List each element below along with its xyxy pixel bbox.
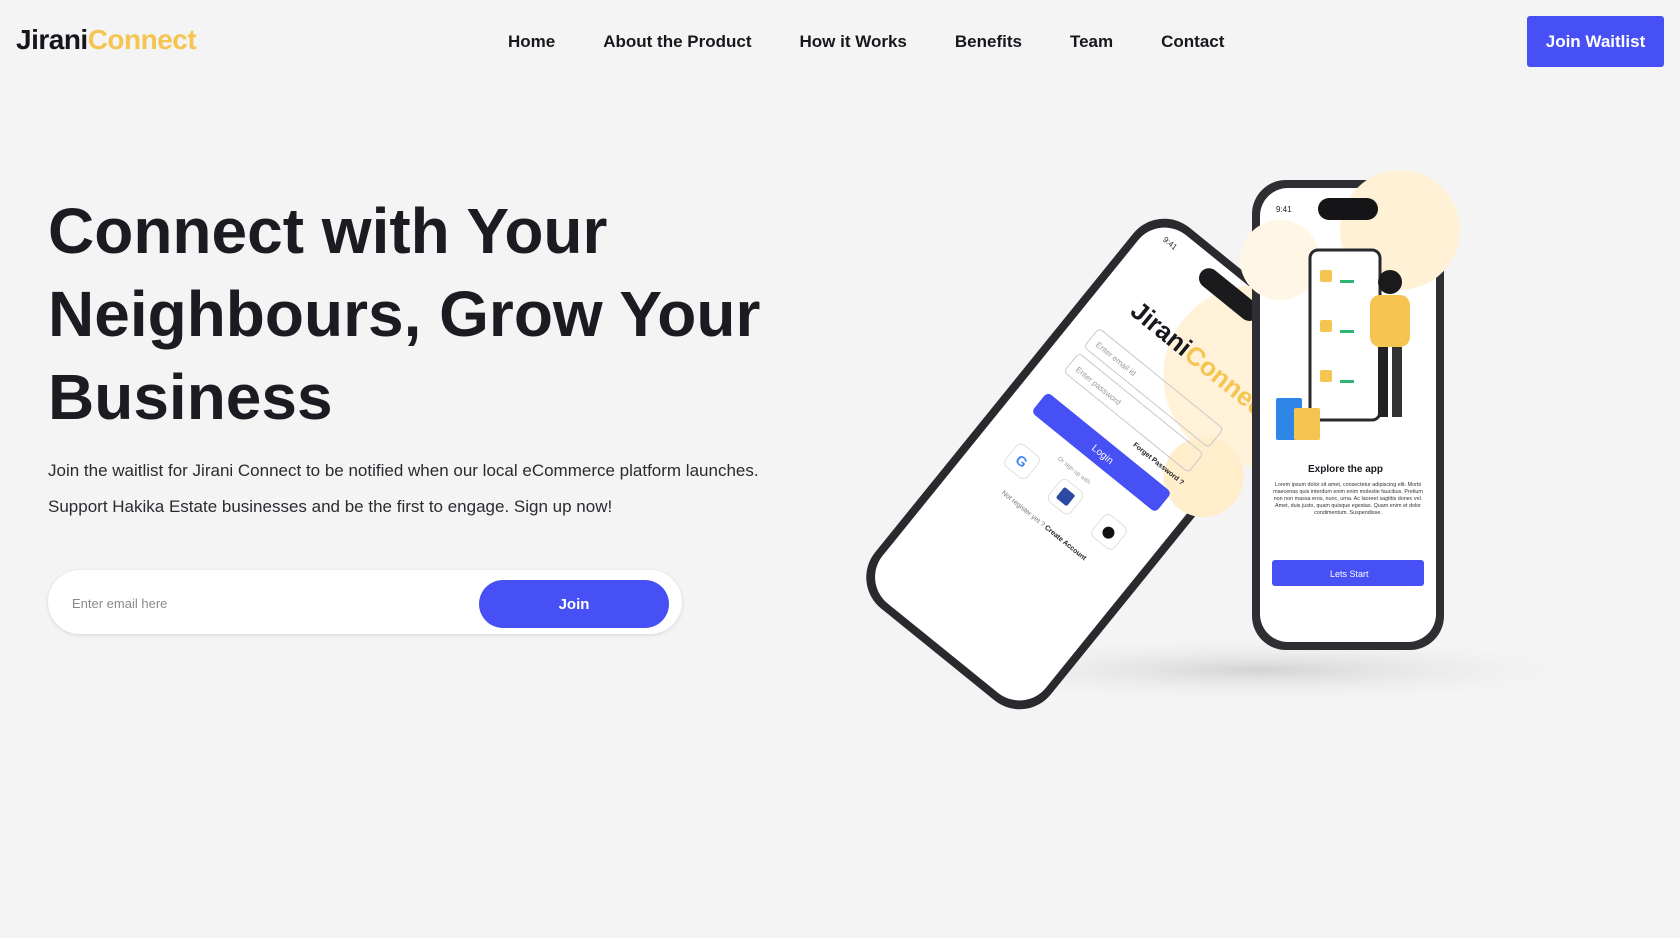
hero-title-line-2: Neighbours, Grow Your bbox=[48, 278, 761, 350]
right-phone-title: Explore the app bbox=[1308, 464, 1383, 475]
site-header: JiraniConnect Home About the Product How… bbox=[0, 0, 1680, 86]
hero-title: Connect with Your Neighbours, Grow Your … bbox=[48, 190, 768, 439]
phone-mockups: 9:41 JiraniConnect Enter email id Enter … bbox=[840, 170, 1640, 715]
right-phone-cta: Lets Start bbox=[1330, 569, 1369, 579]
hero-title-line-3: Business bbox=[48, 361, 333, 433]
right-phone: 9:41 Explore the app Lorem ipsum dolor s… bbox=[1240, 170, 1460, 650]
hero-title-line-1: Connect with Your bbox=[48, 195, 608, 267]
email-input[interactable] bbox=[70, 584, 504, 622]
waitlist-form: Join bbox=[48, 570, 682, 634]
logo-text-connect: Connect bbox=[87, 24, 197, 55]
join-button[interactable]: Join bbox=[479, 580, 669, 628]
nav-contact[interactable]: Contact bbox=[1161, 32, 1224, 52]
nav-benefits[interactable]: Benefits bbox=[955, 32, 1022, 52]
right-phone-body: Lorem ipsum dolor sit amet, consectetur … bbox=[1273, 482, 1423, 516]
hero-subtitle-line-2: Support Hakika Estate businesses and be … bbox=[48, 497, 613, 516]
hero-subtitle: Join the waitlist for Jirani Connect to … bbox=[48, 453, 808, 525]
main-nav: Home About the Product How it Works Bene… bbox=[508, 32, 1272, 52]
hero-subtitle-line-1: Join the waitlist for Jirani Connect to … bbox=[48, 461, 759, 480]
right-phone-time: 9:41 bbox=[1276, 205, 1292, 214]
nav-about-product[interactable]: About the Product bbox=[603, 32, 751, 52]
phones-illustration: 9:41 JiraniConnect Enter email id Enter … bbox=[866, 170, 1620, 710]
nav-how-it-works[interactable]: How it Works bbox=[800, 32, 907, 52]
join-waitlist-button[interactable]: Join Waitlist bbox=[1527, 16, 1664, 67]
logo-text-jirani: Jirani bbox=[16, 24, 88, 55]
nav-team[interactable]: Team bbox=[1070, 32, 1113, 52]
nav-home[interactable]: Home bbox=[508, 32, 555, 52]
logo[interactable]: JiraniConnect bbox=[16, 24, 197, 56]
